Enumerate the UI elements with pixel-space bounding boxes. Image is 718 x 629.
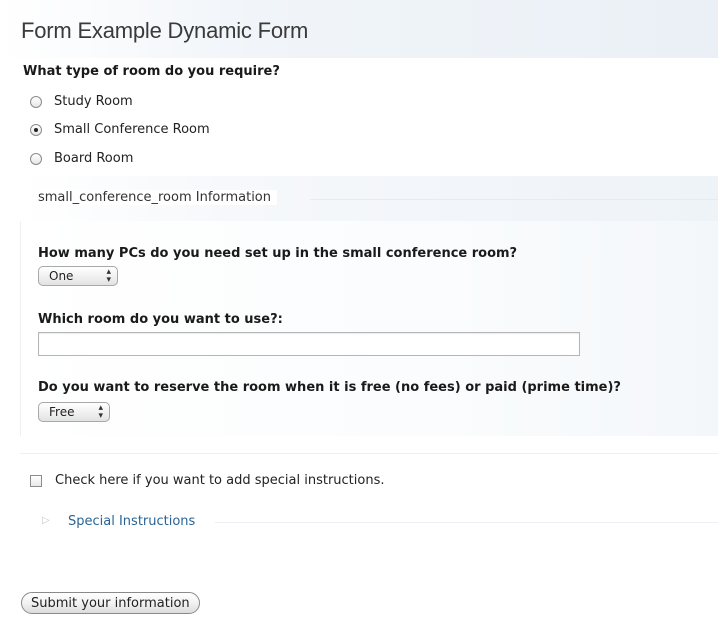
pcs-select[interactable]: One ▴ ▾ (38, 266, 118, 286)
up-down-arrows-icon: ▴ ▾ (98, 403, 103, 421)
pcs-select-value: One (49, 269, 74, 283)
room-input[interactable] (38, 332, 580, 356)
special-instructions-checkbox-label: Check here if you want to add special in… (55, 473, 385, 488)
reserve-select[interactable]: Free ▴ ▾ (38, 402, 110, 422)
radio-label-study-room: Study Room (54, 94, 133, 109)
radio-option-study-room[interactable]: Study Room (30, 94, 133, 109)
radio-small-conference-room[interactable] (30, 123, 42, 136)
triangle-right-icon[interactable]: ▷ (42, 515, 50, 526)
section-legend: small_conference_room Information (38, 190, 277, 205)
special-instructions-divider (215, 522, 718, 523)
section-divider (310, 199, 718, 200)
divider (20, 453, 718, 454)
special-instructions-toggle[interactable]: Special Instructions (68, 514, 202, 529)
special-instructions-checkbox[interactable] (30, 474, 42, 487)
radio-option-board-room[interactable]: Board Room (30, 151, 133, 166)
page: Form Example Dynamic Form What type of r… (0, 0, 718, 629)
radio-label-small-conference-room: Small Conference Room (54, 122, 210, 137)
radio-option-small-conference-room[interactable]: Small Conference Room (30, 122, 210, 137)
submit-button[interactable]: Submit your information (21, 592, 200, 614)
up-down-arrows-icon: ▴ ▾ (106, 267, 111, 285)
room-type-question: What type of room do you require? (23, 64, 280, 79)
radio-board-room[interactable] (30, 152, 42, 165)
form-title: Form Example Dynamic Form (21, 18, 309, 43)
special-instructions-checkbox-row[interactable]: Check here if you want to add special in… (30, 473, 385, 488)
room-question: Which room do you want to use?: (38, 312, 283, 327)
reserve-select-value: Free (49, 405, 75, 419)
reserve-question: Do you want to reserve the room when it … (38, 380, 621, 395)
radio-study-room[interactable] (30, 95, 42, 108)
pcs-question: How many PCs do you need set up in the s… (38, 246, 518, 261)
radio-label-board-room: Board Room (54, 151, 134, 166)
